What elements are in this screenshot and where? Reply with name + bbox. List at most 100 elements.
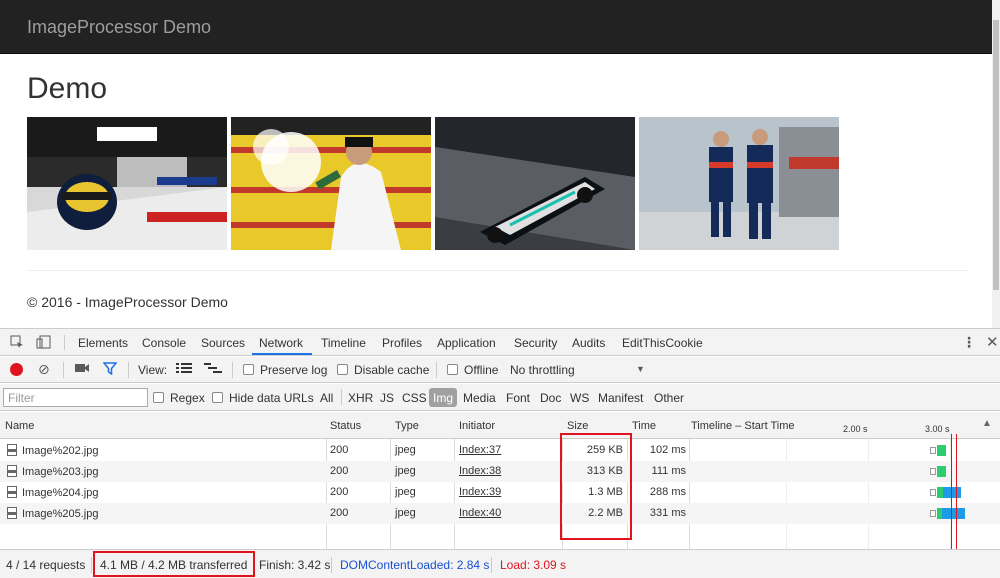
request-initiator-link[interactable]: Index:40 [459,507,501,519]
column-header-status[interactable]: Status [330,420,361,432]
request-type: jpeg [395,465,416,477]
request-initiator-link[interactable]: Index:39 [459,486,501,498]
checkbox-box[interactable] [243,364,254,375]
type-filter-css[interactable]: CSS [402,391,427,405]
checkbox-box[interactable] [447,364,458,375]
more-options-icon[interactable]: ⋮ [962,334,976,351]
request-name-text: Image%204.jpg [22,487,99,499]
tab-sources[interactable]: Sources [201,336,245,350]
close-icon[interactable]: ✕ [986,333,999,351]
clear-icon[interactable]: ⊘ [38,361,50,378]
table-row[interactable]: Image%203.jpg 200 jpeg Index:38 313 KB 1… [0,461,1000,482]
column-header-name[interactable]: Name [5,420,34,432]
waterfall-queue-bar [930,510,936,517]
type-filter-doc[interactable]: Doc [540,391,561,405]
type-filter-other[interactable]: Other [654,391,684,405]
table-row[interactable]: Image%202.jpg 200 jpeg Index:37 259 KB 1… [0,440,1000,461]
column-header-timeline[interactable]: Timeline – Start Time [691,420,795,432]
checkbox-box[interactable] [153,392,164,403]
type-filter-all[interactable]: All [320,391,333,405]
finish-time: Finish: 3.42 s [259,558,331,572]
type-filter-ws[interactable]: WS [570,391,589,405]
device-mode-icon[interactable] [36,335,52,352]
column-header-size[interactable]: Size [567,420,588,432]
image-file-icon [7,465,17,477]
filter-bar: Regex Hide data URLs All XHR JS CSS Img … [0,384,1000,411]
type-filter-manifest[interactable]: Manifest [598,391,643,405]
image-file-icon [7,486,17,498]
request-status: 200 [330,486,349,498]
disable-cache-checkbox[interactable]: Disable cache [337,363,429,377]
regex-label: Regex [170,391,205,405]
status-separator [331,557,332,573]
image-file-icon [7,444,17,456]
capture-screenshots-icon[interactable] [74,362,90,377]
status-separator [91,557,92,573]
request-type: jpeg [395,444,416,456]
waterfall-queue-bar [930,447,936,454]
tab-elements[interactable]: Elements [78,336,128,350]
tab-network[interactable]: Network [259,336,303,350]
devtools-tab-bar: Elements Console Sources Network Timelin… [0,329,1000,356]
sort-ascending-icon[interactable]: ▲ [982,418,992,429]
divider [27,270,967,271]
chevron-down-icon[interactable]: ▼ [636,364,645,374]
column-header-time[interactable]: Time [632,420,656,432]
large-rows-icon[interactable] [176,362,192,377]
tab-console[interactable]: Console [142,336,186,350]
column-header-initiator[interactable]: Initiator [459,420,495,432]
request-initiator-link[interactable]: Index:37 [459,444,501,456]
tab-separator [64,335,65,350]
tab-timeline[interactable]: Timeline [321,336,366,350]
type-filter-xhr[interactable]: XHR [348,391,373,405]
image-file-icon [7,507,17,519]
preserve-log-checkbox[interactable]: Preserve log [243,363,327,377]
request-name: Image%204.jpg [7,486,98,499]
tab-editthiscookie[interactable]: EditThisCookie [622,336,703,350]
page-scrollbar[interactable] [992,0,1000,328]
request-status: 200 [330,507,349,519]
tab-application[interactable]: Application [437,336,496,350]
hide-data-urls-label: Hide data URLs [229,391,314,405]
checkbox-box[interactable] [212,392,223,403]
size-highlight-box [560,433,632,540]
type-filter-media[interactable]: Media [463,391,496,405]
page-footer: © 2016 - ImageProcessor Demo [27,294,228,310]
filter-input[interactable] [3,388,148,407]
scrollbar-thumb[interactable] [993,20,999,290]
load-marker-line [956,434,957,549]
table-row[interactable]: Image%204.jpg 200 jpeg Index:39 1.3 MB 2… [0,482,1000,503]
request-initiator-link[interactable]: Index:38 [459,465,501,477]
network-summary-bar: 4 / 14 requests 4.1 MB / 4.2 MB transfer… [0,549,1000,578]
inspect-element-icon[interactable] [10,335,24,352]
dcl-marker-line [951,434,952,549]
hide-data-urls-checkbox[interactable]: Hide data URLs [212,391,314,405]
tab-profiles[interactable]: Profiles [382,336,422,350]
offline-checkbox[interactable]: Offline [447,363,498,377]
tab-audits[interactable]: Audits [572,336,605,350]
preserve-log-label: Preserve log [260,363,328,377]
request-name: Image%202.jpg [7,444,98,457]
photo-drivers-walking [639,117,839,250]
regex-checkbox[interactable]: Regex [153,391,205,405]
status-separator [491,557,492,573]
page-title: Demo [27,72,108,105]
request-status: 200 [330,465,349,477]
type-filter-img[interactable]: Img [429,388,458,407]
table-header: Name Status Type Initiator Size Time Tim… [0,412,1000,439]
table-row[interactable]: Image%205.jpg 200 jpeg Index:40 2.2 MB 3… [0,503,1000,524]
disable-cache-label: Disable cache [354,363,430,377]
filter-icon[interactable] [102,362,118,378]
column-header-type[interactable]: Type [395,420,419,432]
throttling-select[interactable]: No throttling [510,363,575,377]
photo-race-car-track [435,117,635,250]
type-filter-font[interactable]: Font [506,391,530,405]
devtools-panel: Elements Console Sources Network Timelin… [0,328,1000,578]
view-label: View: [138,363,168,377]
tab-security[interactable]: Security [514,336,557,350]
checkbox-box[interactable] [337,364,348,375]
type-filter-js[interactable]: JS [380,391,394,405]
record-icon[interactable] [10,363,23,376]
navbar-brand[interactable]: ImageProcessor Demo [27,17,211,38]
overview-icon[interactable] [204,362,222,377]
